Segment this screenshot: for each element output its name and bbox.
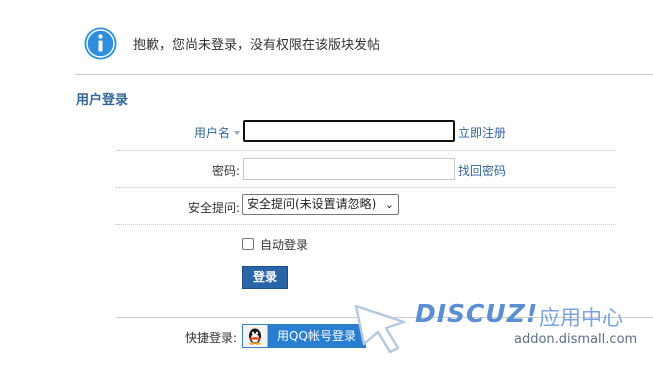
auto-login-label[interactable]: 自动登录 [260,236,308,253]
info-icon [84,27,117,59]
password-label: 密码: [211,164,240,178]
password-row: 密码: 找回密码 [116,152,616,188]
security-question-value: 安全提问(未设置请忽略) [247,197,377,211]
register-link[interactable]: 立即注册 [458,124,506,141]
watermark-cn: 应用中心 [539,306,623,330]
notice-message: 抱歉，您尚未登录，没有权限在该版块发帖 [133,37,381,53]
quick-login-label: 快捷登录: [184,331,237,345]
qq-login-label: 用QQ帐号登录 [268,325,365,347]
username-label[interactable]: 用户名 [194,124,240,141]
auto-login-checkbox[interactable] [242,238,254,250]
watermark-cursor-icon [354,304,406,354]
password-input[interactable] [243,158,455,180]
security-question-label: 安全提问: [187,201,240,215]
security-question-select[interactable]: 安全提问(未设置请忽略) ⌄ [242,194,399,215]
username-input[interactable] [243,120,455,142]
notice-bar: 抱歉，您尚未登录，没有权限在该版块发帖 [84,25,380,61]
qq-login-button[interactable]: 用QQ帐号登录 [242,324,366,348]
forgot-password-link[interactable]: 找回密码 [458,162,506,179]
qq-penguin-icon [249,328,261,345]
section-title: 用户登录 [76,93,129,108]
login-button[interactable]: 登录 [242,266,288,289]
chevron-down-icon: ⌄ [384,198,394,211]
security-question-row: 安全提问: 安全提问(未设置请忽略) ⌄ [116,189,616,225]
username-row: 用户名 立即注册 [116,115,616,151]
watermark-url: addon.dismall.com [514,332,638,347]
divider [75,74,653,75]
watermark: DISCUZ! 应用中心 addon.dismall.com [352,296,642,360]
dropdown-arrow-icon [234,131,240,135]
watermark-brand: DISCUZ! [415,299,539,328]
